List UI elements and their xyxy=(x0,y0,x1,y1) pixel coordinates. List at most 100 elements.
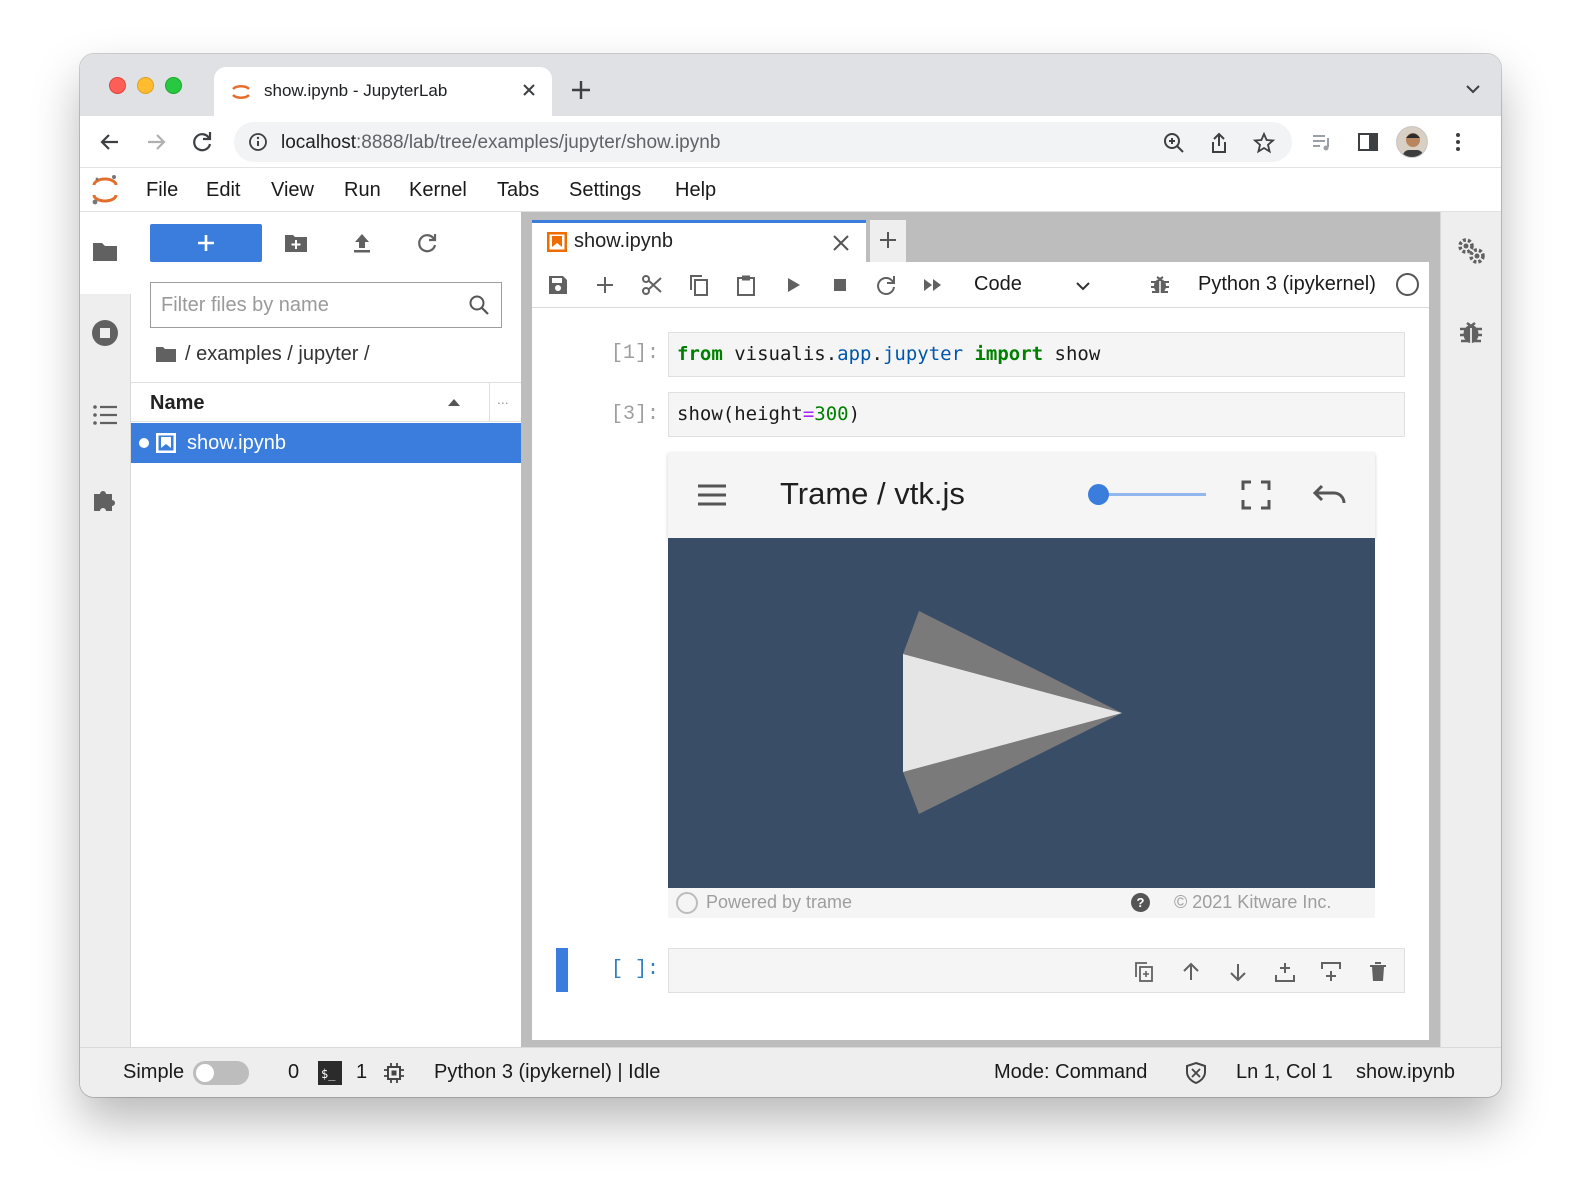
fast-forward-icon[interactable] xyxy=(921,273,945,297)
more-columns[interactable]: ... xyxy=(497,391,509,407)
fullscreen-icon[interactable] xyxy=(1240,479,1272,511)
hamburger-menu-icon[interactable] xyxy=(696,481,728,509)
file-name: show.ipynb xyxy=(187,432,286,454)
move-up-icon[interactable] xyxy=(1179,960,1203,984)
trusted-shield-icon[interactable] xyxy=(1184,1061,1208,1085)
trame-app-bar: Trame / vtk.js xyxy=(668,452,1375,538)
folder-icon[interactable] xyxy=(155,344,177,364)
table-of-contents-icon[interactable] xyxy=(90,400,120,430)
paste-icon[interactable] xyxy=(734,273,758,297)
menu-kernel[interactable]: Kernel xyxy=(409,179,467,202)
search-icon xyxy=(469,295,489,315)
filter-files-field[interactable] xyxy=(150,282,502,328)
copyright-text: © 2021 Kitware Inc. xyxy=(1174,892,1332,912)
menu-tabs[interactable]: Tabs xyxy=(497,179,539,202)
current-file-name: show.ipynb xyxy=(1356,1061,1455,1083)
forward-arrow-icon[interactable] xyxy=(142,128,170,156)
close-icon[interactable] xyxy=(518,79,540,101)
menu-view[interactable]: View xyxy=(271,179,314,202)
right-activity-bar xyxy=(1440,212,1501,1047)
media-queue-icon[interactable] xyxy=(1310,130,1334,154)
notebook-file-icon xyxy=(156,433,176,453)
address-bar[interactable]: localhost:8888/lab/tree/examples/jupyter… xyxy=(234,122,1292,162)
restart-kernel-icon[interactable] xyxy=(874,273,898,297)
filter-files-input[interactable] xyxy=(161,291,461,319)
maximize-window-button[interactable] xyxy=(165,77,182,94)
folder-icon[interactable] xyxy=(90,236,120,266)
kernel-status-text[interactable]: Python 3 (ipykernel) | Idle xyxy=(434,1061,660,1084)
cut-icon[interactable] xyxy=(640,273,664,297)
reset-camera-icon[interactable] xyxy=(1312,480,1348,508)
delete-cell-icon[interactable] xyxy=(1366,960,1390,984)
insert-above-icon[interactable] xyxy=(1273,960,1297,984)
new-tab-icon[interactable] xyxy=(568,77,594,103)
vtk-render-view[interactable] xyxy=(668,538,1375,888)
kernel-name[interactable]: Python 3 (ipykernel) xyxy=(1198,273,1376,296)
kebab-menu-icon[interactable] xyxy=(1446,130,1470,154)
menu-help[interactable]: Help xyxy=(675,179,716,202)
simple-mode-toggle[interactable] xyxy=(193,1061,249,1085)
close-icon[interactable] xyxy=(830,232,852,254)
stop-icon[interactable] xyxy=(828,273,852,297)
notebook-tab-title: show.ipynb xyxy=(574,230,673,252)
run-icon[interactable] xyxy=(781,273,805,297)
trame-title: Trame / vtk.js xyxy=(780,476,965,511)
property-inspector-gears-icon[interactable] xyxy=(1456,236,1486,266)
terminal-icon[interactable]: $_ xyxy=(318,1061,342,1085)
kernel-chip-icon[interactable] xyxy=(382,1061,406,1085)
insert-below-icon[interactable] xyxy=(1319,960,1343,984)
avatar[interactable] xyxy=(1396,126,1428,158)
share-icon[interactable] xyxy=(1207,131,1231,155)
kernels-count: 1 xyxy=(356,1061,368,1083)
upload-icon[interactable] xyxy=(349,230,375,256)
cell-prompt: [ ]: xyxy=(611,958,660,981)
running-sessions-icon[interactable] xyxy=(90,318,120,348)
copy-icon[interactable] xyxy=(687,273,711,297)
reload-icon[interactable] xyxy=(188,128,216,156)
save-icon[interactable] xyxy=(546,273,570,297)
sort-ascending-icon[interactable] xyxy=(447,397,461,407)
resolution-slider-track[interactable] xyxy=(1099,493,1206,496)
toggle-knob xyxy=(196,1064,214,1082)
chevron-down-icon xyxy=(1076,282,1090,291)
refresh-icon[interactable] xyxy=(414,230,440,256)
menu-settings[interactable]: Settings xyxy=(569,179,641,202)
name-column-header[interactable]: Name xyxy=(150,392,204,415)
resolution-slider-thumb[interactable] xyxy=(1088,484,1109,505)
trame-output: Trame / vtk.js Powered by trame ? © 2021… xyxy=(668,452,1375,918)
menu-file[interactable]: File xyxy=(146,179,178,202)
plus-icon xyxy=(880,232,896,248)
empty-code-cell-input[interactable] xyxy=(668,948,1405,993)
bookmark-star-icon[interactable] xyxy=(1252,131,1276,155)
browser-tab-title: show.ipynb - JupyterLab xyxy=(264,81,448,100)
close-window-button[interactable] xyxy=(109,77,126,94)
menu-run[interactable]: Run xyxy=(344,179,381,202)
side-panel-icon[interactable] xyxy=(1356,130,1380,154)
chevron-down-icon[interactable] xyxy=(1463,79,1483,99)
insert-cell-icon[interactable] xyxy=(593,273,617,297)
duplicate-cell-icon[interactable] xyxy=(1132,960,1156,984)
minimize-window-button[interactable] xyxy=(137,77,154,94)
menu-edit[interactable]: Edit xyxy=(206,179,240,202)
debugger-bug-icon[interactable] xyxy=(1148,273,1172,297)
new-folder-icon[interactable] xyxy=(283,230,309,256)
file-list-item[interactable]: show.ipynb xyxy=(131,423,521,463)
code-cell-input[interactable]: show(height=300) xyxy=(668,392,1405,437)
cell-type-dropdown[interactable]: Code xyxy=(974,271,1098,299)
info-icon[interactable] xyxy=(248,132,268,152)
back-arrow-icon[interactable] xyxy=(96,128,124,156)
new-launcher-tab-button[interactable] xyxy=(870,220,906,262)
extensions-puzzle-icon[interactable] xyxy=(90,484,120,514)
notebook-tab[interactable]: show.ipynb xyxy=(532,220,866,262)
code-cell-input[interactable]: from visualis.app.jupyter import show xyxy=(668,332,1405,377)
cell-code: show(height=300) xyxy=(677,403,861,425)
breadcrumb-path[interactable]: / examples / jupyter / xyxy=(185,343,370,366)
help-icon[interactable]: ? xyxy=(1131,893,1150,912)
move-down-icon[interactable] xyxy=(1226,960,1250,984)
left-activity-bar xyxy=(80,212,131,1047)
debugger-bug-icon[interactable] xyxy=(1456,318,1486,348)
browser-tab[interactable]: show.ipynb - JupyterLab xyxy=(214,67,552,117)
cursor-position[interactable]: Ln 1, Col 1 xyxy=(1236,1061,1333,1084)
zoom-icon[interactable] xyxy=(1162,131,1186,155)
new-launcher-button[interactable] xyxy=(150,224,262,262)
